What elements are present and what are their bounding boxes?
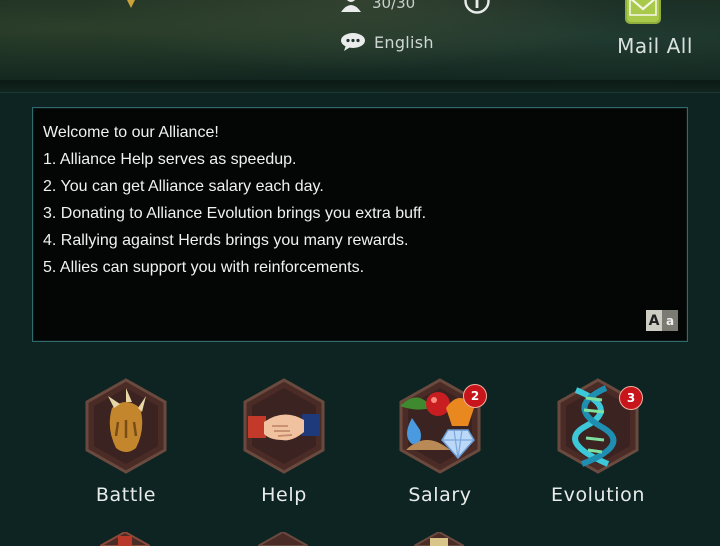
info-icon[interactable] bbox=[464, 0, 490, 14]
battle-button[interactable]: Battle bbox=[61, 378, 191, 510]
alliance-announcement-panel[interactable]: Welcome to our Alliance! 1. Alliance Hel… bbox=[32, 107, 688, 342]
claw-icon bbox=[85, 378, 167, 474]
salary-button[interactable]: 2 Salary bbox=[375, 378, 505, 510]
evolution-badge: 3 bbox=[619, 386, 643, 410]
next-row-icon bbox=[100, 532, 150, 546]
evolution-button[interactable]: 3 Evolution bbox=[533, 378, 663, 510]
mail-all-button[interactable]: Mail All bbox=[600, 0, 710, 62]
language-selector[interactable]: English bbox=[340, 30, 434, 54]
emblem-fragment-icon bbox=[127, 0, 135, 8]
member-count: 30/30 bbox=[340, 0, 415, 12]
handshake-icon bbox=[243, 378, 325, 474]
next-row-icon bbox=[414, 532, 464, 546]
help-button[interactable]: Help bbox=[219, 378, 349, 510]
font-size-big-glyph: A bbox=[646, 310, 662, 331]
mail-all-label: Mail All bbox=[617, 34, 693, 58]
header-shadow bbox=[0, 80, 720, 94]
alliance-header: 30/30 English Mail All bbox=[0, 0, 720, 94]
announcement-line: 5. Allies can support you with reinforce… bbox=[43, 259, 365, 276]
announcement-line: 1. Alliance Help serves as speedup. bbox=[43, 151, 297, 168]
battle-label: Battle bbox=[95, 484, 157, 506]
next-row-icon bbox=[258, 532, 308, 546]
member-count-value: 30/30 bbox=[372, 0, 416, 12]
announcement-line: 3. Donating to Alliance Evolution brings… bbox=[43, 205, 427, 222]
announcement-line: Welcome to our Alliance! bbox=[43, 124, 219, 141]
language-label: English bbox=[374, 32, 434, 52]
announcement-line: 2. You can get Alliance salary each day. bbox=[43, 178, 324, 195]
envelope-icon bbox=[625, 0, 661, 24]
help-label: Help bbox=[261, 484, 307, 506]
chat-bubble-icon bbox=[341, 33, 365, 51]
announcement-line: 4. Rallying against Herds brings you man… bbox=[43, 232, 409, 249]
salary-badge: 2 bbox=[463, 384, 487, 408]
member-icon bbox=[341, 0, 361, 12]
font-size-button[interactable]: A a bbox=[646, 310, 678, 331]
font-size-small-glyph: a bbox=[662, 310, 678, 331]
evolution-label: Evolution bbox=[551, 484, 645, 506]
salary-label: Salary bbox=[408, 484, 472, 506]
